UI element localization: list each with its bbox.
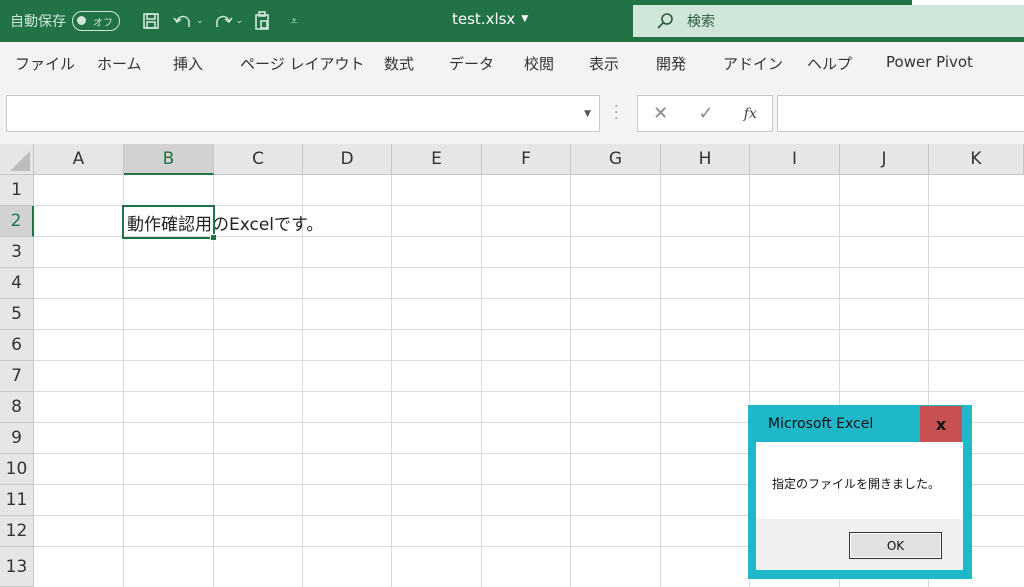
paste-icon[interactable]: [249, 8, 275, 34]
formula-buttons: ✕ ✓ fx: [637, 95, 773, 132]
close-icon: x: [935, 414, 947, 434]
search-box[interactable]: 検索: [633, 5, 1024, 37]
column-header-g[interactable]: G: [571, 144, 661, 175]
toggle-knob: [77, 16, 86, 25]
tab-formulas[interactable]: 数式: [384, 53, 414, 74]
row-header-4[interactable]: 4: [0, 268, 34, 299]
formula-input[interactable]: [777, 95, 1024, 132]
row-header-13[interactable]: 13: [0, 547, 34, 587]
row-header-1[interactable]: 1: [0, 175, 34, 206]
ok-button[interactable]: OK: [849, 532, 942, 559]
ok-button-label: OK: [886, 538, 905, 553]
autosave-toggle[interactable]: オフ: [72, 11, 120, 31]
row-header-8[interactable]: 8: [0, 392, 34, 423]
dialog-close-button[interactable]: x: [920, 406, 962, 442]
ribbon-tabs: ファイル ホーム 挿入 ページ レイアウト 数式 データ 校閲 表示 開発 アド…: [0, 42, 1024, 82]
tab-developer[interactable]: 開発: [656, 53, 686, 74]
formula-bar-area: ▼ · · · ✕ ✓ fx: [0, 82, 1024, 144]
gridline: [34, 360, 1024, 361]
autosave-label: 自動保存: [10, 14, 66, 30]
dialog-title: Microsoft Excel: [768, 416, 874, 432]
tab-data[interactable]: データ: [449, 53, 494, 74]
gridline: [34, 267, 1024, 268]
customize-qat-icon[interactable]: ⩡: [281, 8, 307, 34]
column-header-c[interactable]: C: [214, 144, 303, 175]
search-icon: [657, 13, 673, 29]
file-name: test.xlsx: [452, 10, 516, 28]
quick-access-toolbar: 自動保存 オフ ⌄ ⌄ ⩡: [10, 8, 307, 34]
tab-home[interactable]: ホーム: [97, 53, 142, 74]
enter-icon[interactable]: ✓: [698, 103, 713, 124]
column-header-f[interactable]: F: [482, 144, 571, 175]
document-title[interactable]: test.xlsx ▼: [452, 10, 528, 28]
column-header-e[interactable]: E: [392, 144, 482, 175]
tab-review[interactable]: 校閲: [524, 53, 554, 74]
search-placeholder: 検索: [687, 14, 715, 30]
row-header-12[interactable]: 12: [0, 516, 34, 547]
tab-insert[interactable]: 挿入: [173, 53, 203, 74]
window-edge: [912, 0, 1024, 5]
row-header-2[interactable]: 2: [0, 206, 34, 237]
splitter-handle[interactable]: · · ·: [614, 100, 618, 126]
insert-function-icon[interactable]: fx: [744, 106, 757, 122]
undo-icon[interactable]: [170, 8, 196, 34]
column-header-a[interactable]: A: [34, 144, 124, 175]
chevron-down-icon: ▼: [521, 14, 529, 24]
row-header-6[interactable]: 6: [0, 330, 34, 361]
row-header-11[interactable]: 11: [0, 485, 34, 516]
column-header-h[interactable]: H: [661, 144, 750, 175]
title-bar: 自動保存 オフ ⌄ ⌄ ⩡ test.xlsx ▼ 検索: [0, 0, 1024, 42]
name-box-dropdown-icon[interactable]: ▼: [584, 109, 591, 119]
gridline: [34, 391, 1024, 392]
tab-view[interactable]: 表示: [589, 53, 619, 74]
tab-power-pivot[interactable]: Power Pivot: [886, 53, 973, 71]
name-box[interactable]: ▼: [6, 95, 600, 132]
tab-addins[interactable]: アドイン: [723, 53, 783, 74]
row-header-10[interactable]: 10: [0, 454, 34, 485]
redo-icon[interactable]: [210, 8, 236, 34]
dialog-message: 指定のファイルを開きました。: [772, 477, 941, 491]
row-header-3[interactable]: 3: [0, 237, 34, 268]
column-header-d[interactable]: D: [303, 144, 392, 175]
tab-help[interactable]: ヘルプ: [807, 53, 852, 74]
row-header-7[interactable]: 7: [0, 361, 34, 392]
redo-dropdown-icon[interactable]: ⌄: [236, 16, 244, 26]
column-header-k[interactable]: K: [929, 144, 1024, 175]
message-dialog: Microsoft Excel x 指定のファイルを開きました。 OK: [748, 405, 972, 579]
column-header-j[interactable]: J: [840, 144, 929, 175]
gridline: [34, 329, 1024, 330]
dialog-body: 指定のファイルを開きました。 OK: [756, 442, 963, 570]
tab-file[interactable]: ファイル: [15, 53, 75, 74]
column-header-i[interactable]: I: [750, 144, 840, 175]
row-header-5[interactable]: 5: [0, 299, 34, 330]
autosave-state: オフ: [93, 17, 113, 29]
tab-page-layout[interactable]: ページ レイアウト: [240, 53, 364, 74]
select-all-button[interactable]: [0, 144, 34, 175]
cancel-icon[interactable]: ✕: [653, 103, 668, 124]
fill-handle[interactable]: [210, 234, 217, 241]
row-header-9[interactable]: 9: [0, 423, 34, 454]
gridline: [34, 298, 1024, 299]
dialog-footer: OK: [756, 519, 963, 570]
active-cell-b2[interactable]: [122, 205, 215, 239]
save-icon[interactable]: [138, 8, 164, 34]
column-header-b[interactable]: B: [124, 144, 214, 175]
undo-dropdown-icon[interactable]: ⌄: [196, 16, 204, 26]
